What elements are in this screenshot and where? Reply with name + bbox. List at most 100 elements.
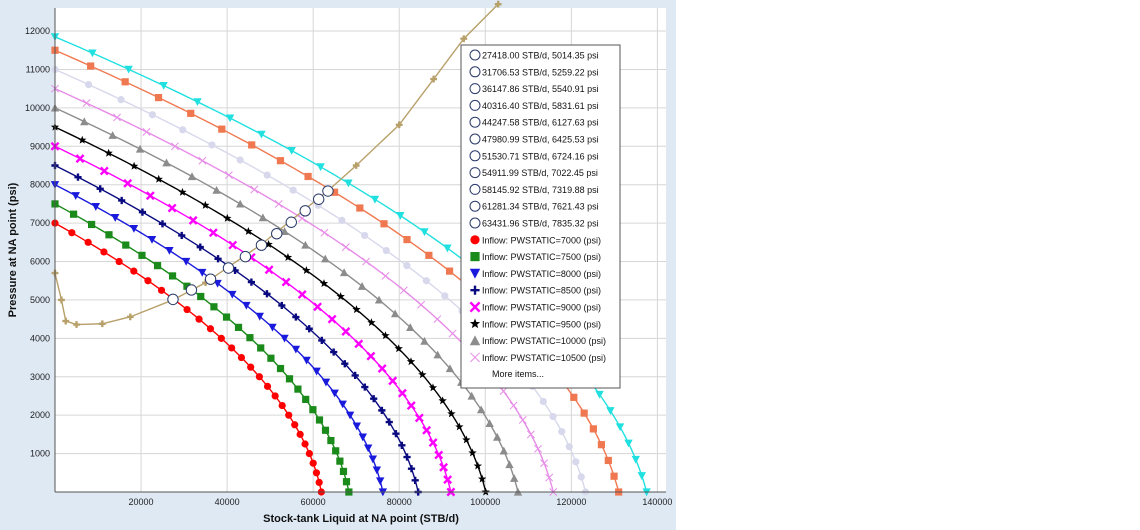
inflow-point	[121, 78, 129, 86]
legend-item-inflow: Inflow: PWSTATIC=9500 (psi)	[469, 318, 601, 329]
inflow-point	[183, 305, 191, 314]
inflow-point	[597, 441, 606, 449]
inflow-point	[565, 443, 573, 451]
inflow-point	[154, 93, 163, 102]
inflow-point	[315, 416, 324, 424]
y-tick-label: 12000	[25, 26, 50, 36]
intersection-point	[255, 239, 268, 251]
inflow-point	[105, 231, 113, 239]
y-tick-label: 6000	[30, 257, 50, 267]
inflow-point	[285, 411, 293, 419]
legend-circle-icon	[469, 66, 481, 78]
legend-marker-icon	[470, 235, 480, 245]
inflow-point	[271, 392, 279, 400]
x-axis-title: Stock-tank Liquid at NA point (STB/d)	[263, 513, 459, 525]
legend-label: 47980.99 STB/d, 6425.53 psi	[482, 135, 599, 145]
legend-item-intersection: 58145.92 STB/d, 7319.88 psi	[469, 183, 599, 195]
x-tick-label: 80000	[387, 497, 412, 507]
inflow-point	[425, 251, 433, 259]
legend-circle-icon	[469, 133, 481, 145]
legend-label: 61281.34 STB/d, 7621.43 psi	[482, 202, 599, 212]
inflow-point	[195, 315, 203, 323]
inflow-point	[257, 344, 265, 352]
inflow-point	[291, 421, 299, 429]
inflow-point	[610, 472, 618, 480]
legend-label: 63431.96 STB/d, 7835.32 psi	[482, 219, 599, 229]
x-tick-label: 20000	[129, 497, 154, 507]
legend-label: Inflow: PWSTATIC=8500 (psi)	[482, 286, 601, 296]
inflow-point	[342, 478, 351, 486]
legend-label: 27418.00 STB/d, 5014.35 psi	[482, 51, 599, 61]
inflow-point	[382, 246, 390, 255]
inflow-point	[208, 141, 216, 149]
legend-item-intersection: 40316.40 STB/d, 5831.61 psi	[469, 99, 599, 111]
legend-label: 51530.71 STB/d, 6724.16 psi	[482, 151, 599, 161]
inflow-point	[68, 229, 76, 237]
legend-item-inflow: Inflow: PWSTATIC=7000 (psi)	[470, 235, 601, 245]
inflow-point	[144, 277, 152, 285]
inflow-point	[570, 393, 578, 401]
inflow-point	[339, 467, 348, 476]
inflow-point	[148, 111, 157, 119]
legend-item-inflow: Inflow: PWSTATIC=8500 (psi)	[470, 285, 601, 296]
inflow-point	[263, 171, 271, 179]
legend-label: Inflow: PWSTATIC=9000 (psi)	[482, 303, 601, 313]
inflow-point	[539, 397, 547, 406]
inflow-point	[327, 436, 335, 445]
inflow-point	[84, 238, 92, 246]
inflow-point	[237, 353, 246, 362]
inflow-point	[236, 156, 244, 164]
x-tick-label: 60000	[301, 497, 326, 507]
inflow-point	[255, 373, 263, 381]
intersection-point	[285, 216, 297, 228]
inflow-point	[153, 262, 162, 270]
inflow-point	[589, 425, 597, 433]
inflow-point	[301, 440, 309, 448]
legend-circle-icon	[469, 49, 481, 61]
legend-item-intersection: 31706.53 STB/d, 5259.22 psi	[469, 66, 599, 78]
legend[interactable]: 27418.00 STB/d, 5014.35 psi 31706.53 STB/…	[460, 44, 621, 389]
inflow-point	[246, 334, 254, 342]
inflow-point	[380, 220, 388, 228]
inflow-point	[558, 428, 566, 436]
legend-item-intersection: 27418.00 STB/d, 5014.35 psi	[469, 49, 599, 61]
inflow-point	[285, 375, 294, 383]
inflow-point	[294, 385, 302, 393]
inflow-point	[117, 96, 125, 104]
inflow-point	[445, 267, 454, 275]
inflow-point	[572, 458, 580, 466]
inflow-point	[222, 313, 231, 321]
inflow-point	[276, 364, 285, 373]
legend-item-inflow: Inflow: PWSTATIC=7500 (psi)	[470, 252, 601, 262]
inflow-point	[217, 334, 225, 342]
legend-more-items[interactable]: More items...	[492, 369, 544, 379]
inflow-point	[157, 286, 166, 294]
inflow-point	[403, 235, 411, 244]
inflow-point	[168, 272, 177, 280]
inflow-point	[122, 241, 130, 249]
legend-label: Inflow: PWSTATIC=10000 (psi)	[482, 336, 606, 346]
inflow-point	[304, 172, 312, 181]
inflow-point	[87, 62, 95, 70]
legend-item-intersection: 44247.58 STB/d, 6127.63 psi	[469, 116, 599, 128]
inflow-point	[338, 216, 346, 224]
inflow-point	[302, 395, 310, 403]
x-tick-label: 40000	[215, 497, 240, 507]
inflow-point	[206, 325, 215, 333]
inflow-point	[296, 430, 304, 438]
legend-item-inflow: Inflow: PWSTATIC=10000 (psi)	[469, 335, 606, 346]
inflow-point	[210, 303, 218, 311]
inflow-point	[179, 126, 187, 134]
inflow-point	[336, 457, 344, 465]
legend-label: 40316.40 STB/d, 5831.61 psi	[482, 101, 599, 111]
legend-circle-icon	[469, 183, 481, 195]
legend-item-intersection: 61281.34 STB/d, 7621.43 psi	[469, 200, 599, 212]
intersection-point	[299, 205, 311, 217]
legend-label: Inflow: PWSTATIC=9500 (psi)	[482, 319, 601, 329]
intersection-point	[322, 185, 334, 197]
legend-circle-icon	[469, 116, 481, 128]
legend-item-intersection: 36147.86 STB/d, 5540.91 psi	[469, 83, 599, 95]
inflow-point	[138, 251, 146, 259]
legend-label: Inflow: PWSTATIC=8000 (psi)	[482, 269, 601, 279]
y-tick-label: 7000	[30, 218, 50, 228]
